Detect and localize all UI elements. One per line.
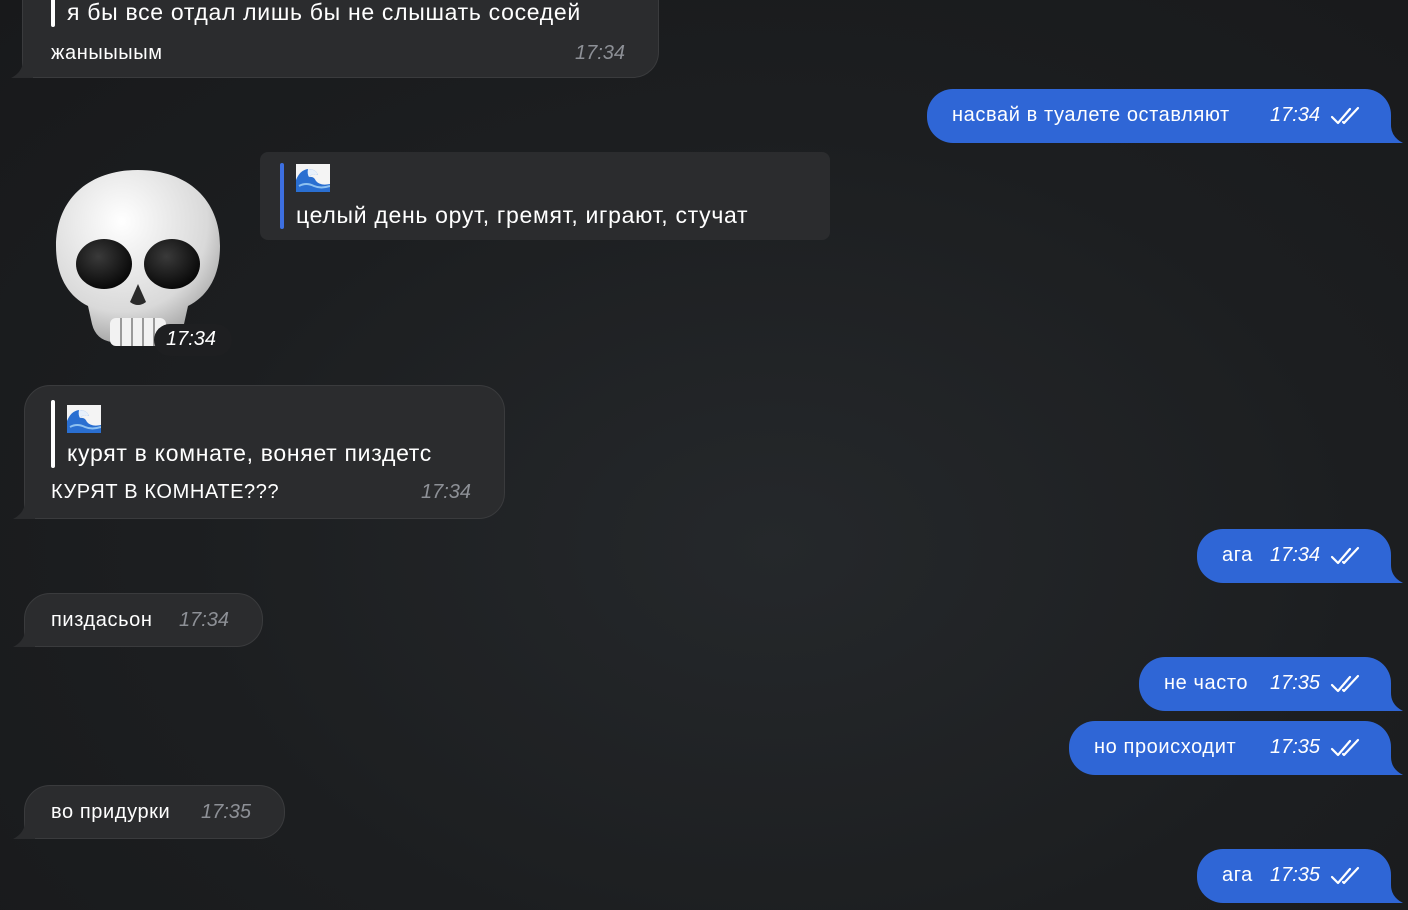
reply-quote-text: целый день орут, гремят, играют, стучат (296, 202, 749, 228)
message-incoming[interactable]: я бы все отдал лишь бы не слышать соседе… (11, 0, 659, 78)
sticker-reply-quote[interactable]: целый день орут, гремят, играют, стучат (260, 152, 830, 240)
bubble-tail (11, 60, 33, 78)
bubble-tail (13, 821, 35, 839)
message-text: жаныыыым (51, 42, 163, 64)
bubble-tail (13, 501, 35, 519)
double-check-icon (1330, 738, 1360, 757)
bubble-tail (13, 629, 35, 647)
water-wave-icon (296, 164, 330, 192)
message-time: 17:35 (1270, 672, 1321, 694)
message-outgoing[interactable]: насвай в туалете оставляют 17:34 (927, 89, 1403, 143)
message-incoming[interactable]: пиздасьон 17:34 (13, 593, 263, 647)
bubble-tail (1381, 757, 1403, 775)
message-outgoing[interactable]: ага 17:34 (1197, 529, 1403, 583)
message-time: 17:34 (421, 481, 472, 503)
double-check-icon (1330, 546, 1360, 565)
bubble-tail (1381, 693, 1403, 711)
message-outgoing[interactable]: не часто 17:35 (1139, 657, 1403, 711)
reply-bar (280, 163, 284, 229)
message-outgoing[interactable]: но происходит 17:35 (1069, 721, 1403, 775)
reply-quote-text: я бы все отдал лишь бы не слышать соседе… (67, 0, 581, 25)
message-text: во придурки (51, 801, 171, 823)
message-time: 17:34 (166, 328, 217, 350)
reply-bar (51, 400, 55, 468)
double-check-icon (1330, 866, 1360, 885)
message-text: ага (1222, 544, 1253, 566)
water-wave-icon (67, 405, 101, 433)
message-text: не часто (1164, 672, 1249, 694)
reply-bar (51, 0, 55, 27)
message-text: насвай в туалете оставляют (952, 104, 1230, 126)
message-time: 17:34 (575, 42, 626, 64)
message-incoming[interactable]: во придурки 17:35 (13, 785, 285, 839)
message-incoming[interactable]: курят в комнате, воняет пиздетс КУРЯТ В … (13, 385, 505, 519)
message-text: КУРЯТ В КОМНАТЕ??? (51, 481, 280, 503)
message-time: 17:35 (1270, 736, 1321, 758)
message-time: 17:35 (201, 801, 252, 823)
bubble-tail (1381, 125, 1403, 143)
sticker-time-pill: 17:34 (154, 324, 232, 356)
bubble-tail (1381, 565, 1403, 583)
double-check-icon (1330, 674, 1360, 693)
message-text: ага (1222, 864, 1253, 886)
message-text: но происходит (1094, 736, 1237, 758)
double-check-icon (1330, 106, 1360, 125)
message-text: пиздасьон (51, 609, 153, 631)
bubble-tail (1381, 885, 1403, 903)
message-time: 17:34 (1270, 104, 1321, 126)
message-time: 17:34 (179, 609, 230, 631)
sticker-message[interactable]: 17:34 (50, 166, 232, 358)
message-outgoing[interactable]: ага 17:35 (1197, 849, 1403, 903)
message-time: 17:34 (1270, 544, 1321, 566)
message-time: 17:35 (1270, 864, 1321, 886)
reply-quote-text: курят в комнате, воняет пиздетс (67, 440, 432, 466)
